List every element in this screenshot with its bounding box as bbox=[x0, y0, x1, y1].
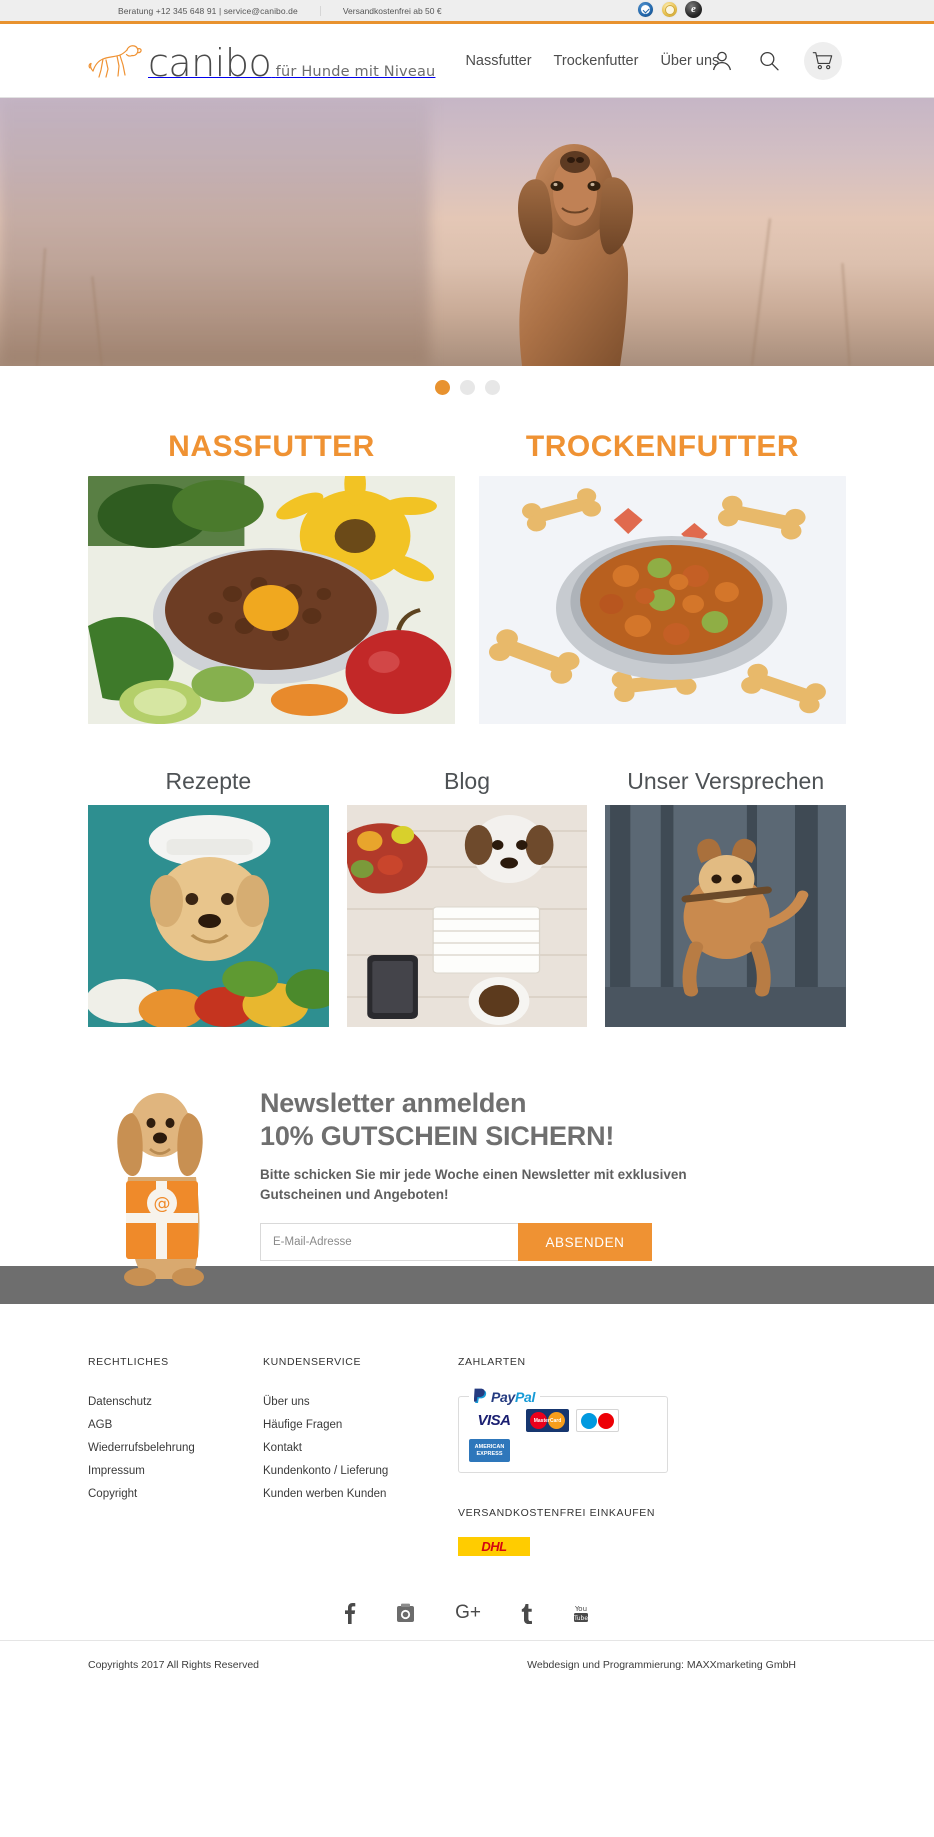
tile-title: Blog bbox=[443, 768, 491, 794]
site-footer: RECHTLICHES Datenschutz AGB Wiederrufsbe… bbox=[0, 1304, 934, 1556]
footer-link-impressum[interactable]: Impressum bbox=[88, 1465, 263, 1477]
footer-link-kontakt[interactable]: Kontakt bbox=[263, 1442, 458, 1454]
category-title: TROCKENFUTTER bbox=[525, 430, 800, 463]
social-links: G+ You Tube bbox=[0, 1556, 934, 1640]
footer-heading-versand: VERSANDKOSTENFREI EINKAUFEN bbox=[458, 1507, 656, 1519]
footer-column-legal: RECHTLICHES Datenschutz AGB Wiederrufsbe… bbox=[88, 1356, 263, 1556]
logo-link[interactable]: canibo für Hunde mit Niveau bbox=[88, 40, 435, 82]
category-nassfutter[interactable]: NASSFUTTER bbox=[88, 430, 455, 724]
newsletter-dog-image: @ bbox=[88, 1081, 238, 1286]
nav-trockenfutter[interactable]: Trockenfutter bbox=[554, 53, 639, 69]
payment-methods-box: Pay Pal VISA MasterCard AMERICAN EXPRESS bbox=[458, 1388, 668, 1473]
hero-dog-photo bbox=[517, 144, 633, 366]
newsletter-heading-line1: Newsletter anmelden bbox=[260, 1088, 527, 1118]
search-icon[interactable] bbox=[757, 49, 781, 73]
dhl-icon: DHL bbox=[458, 1537, 530, 1556]
instagram-icon[interactable] bbox=[396, 1603, 415, 1623]
tile-image-versprechen bbox=[605, 805, 847, 1027]
category-image-nassfutter bbox=[88, 476, 455, 724]
newsletter-heading-line2: 10% GUTSCHEIN SICHERN! bbox=[260, 1121, 615, 1151]
newsletter-form: ABSENDEN bbox=[260, 1223, 652, 1261]
footer-link-kundenkonto-lieferung[interactable]: Kundenkonto / Lieferung bbox=[263, 1465, 458, 1477]
amex-icon: AMERICAN EXPRESS bbox=[469, 1439, 510, 1462]
copyright-text: Copyrights 2017 All Rights Reserved bbox=[88, 1658, 260, 1671]
tile-image-blog bbox=[346, 805, 588, 1027]
google-plus-label: G+ bbox=[455, 1602, 481, 1623]
site-header: canibo für Hunde mit Niveau Nassfutter T… bbox=[0, 24, 934, 98]
paypal-icon: Pay Pal bbox=[469, 1388, 541, 1405]
footer-column-service: KUNDENSERVICE Über uns Häufige Fragen Ko… bbox=[263, 1356, 458, 1556]
svg-text:Tube: Tube bbox=[573, 1615, 588, 1622]
cart-button[interactable] bbox=[804, 41, 842, 80]
google-plus-icon[interactable]: G+ bbox=[455, 1602, 481, 1624]
carousel-indicators bbox=[0, 366, 934, 408]
tile-blog[interactable]: Blog bbox=[346, 768, 588, 1027]
newsletter-email-input[interactable] bbox=[260, 1223, 518, 1261]
tile-rezepte[interactable]: Rezepte bbox=[88, 768, 329, 1027]
category-title: NASSFUTTER bbox=[168, 430, 375, 463]
newsletter-section: @ Newsletter anmelden 10% GUTSCHEIN SICH… bbox=[0, 1073, 934, 1304]
tile-title: Unser Versprechen bbox=[627, 768, 825, 794]
dog-logo-icon bbox=[88, 40, 144, 82]
carousel-dot-1[interactable] bbox=[434, 379, 450, 395]
visa-icon: VISA bbox=[477, 1412, 511, 1429]
tile-title: Rezepte bbox=[165, 768, 252, 794]
cart-icon bbox=[804, 41, 842, 80]
footer-link-ueber-uns[interactable]: Über uns bbox=[263, 1396, 458, 1408]
footer-link-haeufige-fragen[interactable]: Häufige Fragen bbox=[263, 1419, 458, 1431]
footer-link-wiederrufsbelehrung[interactable]: Wiederrufsbelehrung bbox=[88, 1442, 263, 1454]
footer-link-copyright[interactable]: Copyright bbox=[88, 1488, 263, 1500]
logo-tagline: für Hunde mit Niveau bbox=[275, 63, 436, 80]
newsletter-submit-button[interactable]: ABSENDEN bbox=[518, 1223, 652, 1261]
trust-badges: e bbox=[637, 1, 702, 18]
tumblr-icon[interactable] bbox=[521, 1602, 532, 1624]
footer-link-datenschutz[interactable]: Datenschutz bbox=[88, 1396, 263, 1408]
paypal-label-pay: Pay bbox=[491, 1388, 516, 1405]
logo-wordmark: canibo bbox=[148, 40, 272, 85]
paypal-label-pal: Pal bbox=[515, 1388, 536, 1405]
carousel-dot-3[interactable] bbox=[484, 379, 500, 395]
account-icon[interactable] bbox=[710, 49, 734, 73]
ehi-seal-badge[interactable]: e bbox=[685, 1, 702, 18]
shipping-info: Versandkostenfrei ab 50 € bbox=[342, 5, 442, 16]
footer-heading-service: KUNDENSERVICE bbox=[263, 1356, 362, 1368]
tile-unser-versprechen[interactable]: Unser Versprechen bbox=[605, 768, 847, 1027]
hero-foreground-blur bbox=[0, 98, 430, 366]
header-icon-group bbox=[710, 41, 842, 80]
footer-column-payment: ZAHLARTEN Pay Pal VISA MasterCard AMERICA… bbox=[458, 1356, 846, 1556]
hero-carousel[interactable] bbox=[0, 98, 934, 366]
newsletter-description: Bitte schicken Sie mir jede Woche einen … bbox=[260, 1167, 687, 1202]
footer-link-agb[interactable]: AGB bbox=[88, 1419, 263, 1431]
credit-text: Webdesign und Programmierung: MAXXmarket… bbox=[527, 1658, 796, 1671]
youtube-icon[interactable]: You Tube bbox=[572, 1602, 590, 1624]
carousel-dot-2[interactable] bbox=[459, 379, 475, 395]
feature-tiles: Rezepte Blog Unser Versprechen bbox=[0, 724, 934, 1027]
main-navigation: Nassfutter Trockenfutter Über uns bbox=[465, 53, 719, 69]
facebook-icon[interactable] bbox=[344, 1602, 356, 1624]
footer-heading-zahlarten: ZAHLARTEN bbox=[458, 1356, 526, 1368]
gold-seal-badge[interactable] bbox=[661, 1, 678, 18]
nav-nassfutter[interactable]: Nassfutter bbox=[465, 53, 531, 69]
top-utility-bar: Beratung +12 345 648 91 | service@canibo… bbox=[0, 0, 934, 21]
mastercard-icon: MasterCard bbox=[526, 1409, 569, 1432]
trusted-shops-badge[interactable] bbox=[637, 1, 654, 18]
category-trockenfutter[interactable]: TROCKENFUTTER bbox=[479, 430, 846, 724]
category-image-trockenfutter bbox=[479, 476, 846, 724]
footer-heading-legal: RECHTLICHES bbox=[88, 1356, 169, 1368]
footer-link-kunden-werben-kunden[interactable]: Kunden werben Kunden bbox=[263, 1488, 458, 1500]
contact-info: Beratung +12 345 648 91 | service@canibo… bbox=[118, 5, 321, 16]
maestro-icon bbox=[576, 1409, 619, 1432]
svg-text:@: @ bbox=[154, 1194, 171, 1214]
copyright-bar: Copyrights 2017 All Rights Reserved Webd… bbox=[0, 1640, 934, 1688]
svg-text:You: You bbox=[574, 1605, 587, 1613]
tile-image-rezepte bbox=[88, 805, 329, 1027]
category-section: NASSFUTTER TROCKENFUTTER bbox=[0, 408, 934, 724]
